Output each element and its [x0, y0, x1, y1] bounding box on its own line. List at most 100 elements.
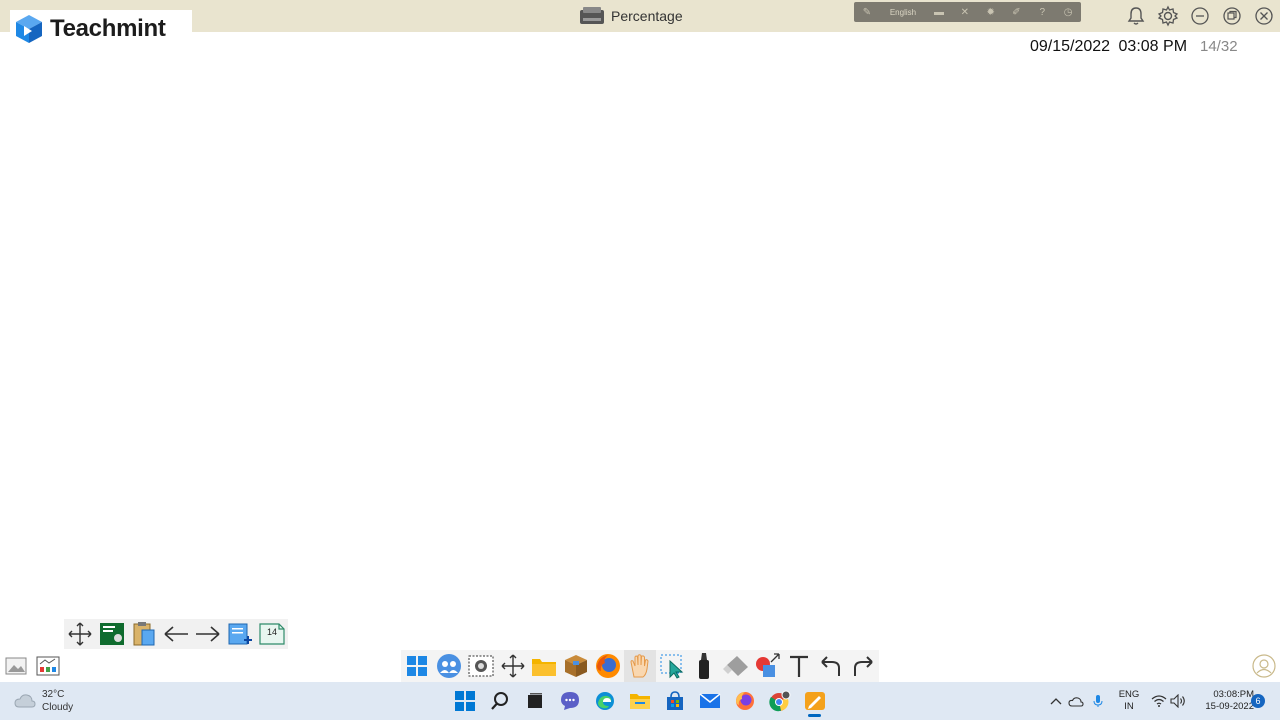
edit-icon[interactable]: ✐ [1010, 6, 1024, 18]
minimize-button[interactable] [1188, 5, 1212, 27]
cloud-icon [14, 694, 36, 708]
group-icon [436, 654, 461, 678]
shapes-icon [756, 653, 781, 677]
text-t-icon [790, 655, 809, 677]
eraser-button[interactable] [720, 650, 752, 682]
hand-icon [630, 654, 649, 678]
settings-gear-icon[interactable] [1156, 5, 1180, 27]
clock-icon[interactable]: ◷ [1061, 6, 1075, 18]
whiteboard-canvas[interactable] [0, 60, 1280, 615]
move-toolbar-button[interactable] [64, 619, 96, 649]
open-folder-button[interactable] [528, 650, 560, 682]
microphone-icon [1093, 695, 1103, 707]
language-label[interactable]: English [890, 8, 916, 17]
browser-button[interactable] [592, 650, 624, 682]
show-hidden-icons-button[interactable] [1048, 687, 1064, 715]
resources-box-button[interactable] [560, 650, 592, 682]
window-title: Percentage [579, 5, 683, 27]
volume-button[interactable] [1169, 687, 1187, 715]
store-button[interactable] [657, 685, 692, 717]
collaboration-button[interactable] [433, 650, 465, 682]
input-language-code: ENG [1118, 689, 1140, 700]
board-background-icon [100, 623, 124, 645]
teachmint-whiteboard-button[interactable] [797, 685, 832, 717]
onedrive-button[interactable] [1066, 687, 1086, 715]
text-tool-button[interactable] [783, 650, 815, 682]
edge-button[interactable] [587, 685, 622, 717]
clipboard-button[interactable] [128, 619, 160, 649]
arrow-right-icon [196, 626, 220, 642]
restore-button[interactable] [1220, 5, 1244, 27]
input-method-icon[interactable]: ✎ [860, 6, 874, 18]
document-icon [580, 7, 604, 24]
previous-page-button[interactable] [160, 619, 192, 649]
windows-mode-button[interactable] [401, 650, 433, 682]
tools-icon[interactable]: ✕ [958, 6, 972, 18]
microphone-button[interactable] [1090, 687, 1106, 715]
teachmint-cube-icon [16, 15, 42, 43]
chrome-icon [768, 690, 790, 712]
minus-icon[interactable]: ▬ [932, 6, 946, 18]
move-tool-button[interactable] [497, 650, 529, 682]
mail-button[interactable] [692, 685, 727, 717]
pan-hand-button[interactable] [624, 650, 656, 682]
firefox-icon [735, 692, 754, 710]
store-bag-icon [666, 691, 683, 710]
package-icon [565, 655, 588, 677]
bell-icon[interactable] [1124, 5, 1148, 27]
next-page-button[interactable] [192, 619, 224, 649]
window-title-text: Percentage [611, 8, 683, 24]
chrome-button[interactable] [762, 685, 797, 717]
help-icon[interactable]: ? [1035, 6, 1049, 18]
wifi-icon [1151, 695, 1167, 707]
shapes-button[interactable] [751, 650, 783, 682]
image-button[interactable] [3, 653, 29, 679]
chat-button[interactable] [552, 685, 587, 717]
clock-date: 15-09-2022 [1205, 701, 1254, 712]
background-button[interactable] [96, 619, 128, 649]
select-tool-button[interactable] [656, 650, 688, 682]
redo-button[interactable] [847, 650, 879, 682]
notification-badge[interactable]: 6 [1251, 694, 1265, 708]
wifi-button[interactable] [1150, 687, 1168, 715]
chat-icon [560, 692, 579, 710]
speaker-icon [1170, 694, 1185, 708]
close-button[interactable] [1252, 5, 1276, 27]
move-arrows-icon [501, 654, 524, 678]
search-button[interactable] [482, 685, 517, 717]
main-toolbar [401, 650, 879, 682]
input-language-region: IN [1124, 701, 1134, 712]
marker-pen-button[interactable] [688, 650, 720, 682]
undo-button[interactable] [815, 650, 847, 682]
task-view-button[interactable] [517, 685, 552, 717]
taskbar-clock[interactable]: 03:08:PM 15-09-2022 [1192, 689, 1254, 713]
eraser-icon [722, 656, 748, 676]
add-page-button[interactable] [224, 619, 256, 649]
edge-icon [595, 692, 614, 710]
page-list-button[interactable]: 14 [256, 619, 288, 649]
weather-widget[interactable]: 32°C Cloudy [14, 688, 73, 714]
arrow-left-icon [164, 626, 188, 642]
chevron-up-icon [1050, 698, 1062, 705]
windows-logo-icon [454, 691, 475, 711]
active-app-indicator [808, 714, 821, 717]
image-icon [5, 657, 27, 675]
undo-icon [821, 656, 841, 676]
firefox-button[interactable] [727, 685, 762, 717]
gallery-button[interactable] [35, 653, 61, 679]
user-circle-icon [1252, 654, 1276, 678]
restore-icon [1223, 7, 1241, 25]
minimize-icon [1191, 7, 1209, 25]
camera-capture-icon [468, 655, 494, 677]
cursor-select-icon [660, 654, 684, 679]
clipboard-icon [133, 622, 155, 646]
screenshot-button[interactable] [465, 650, 497, 682]
language-bar[interactable]: ✎ English ▬ ✕ ✹ ✐ ? ◷ [854, 2, 1081, 22]
input-language-indicator[interactable]: ENG IN [1116, 689, 1142, 713]
assistant-button[interactable] [1252, 654, 1276, 678]
start-button[interactable] [447, 685, 482, 717]
gear-icon[interactable]: ✹ [984, 6, 998, 18]
windows-logo-icon [406, 656, 427, 676]
add-page-icon [228, 623, 252, 645]
file-explorer-button[interactable] [622, 685, 657, 717]
